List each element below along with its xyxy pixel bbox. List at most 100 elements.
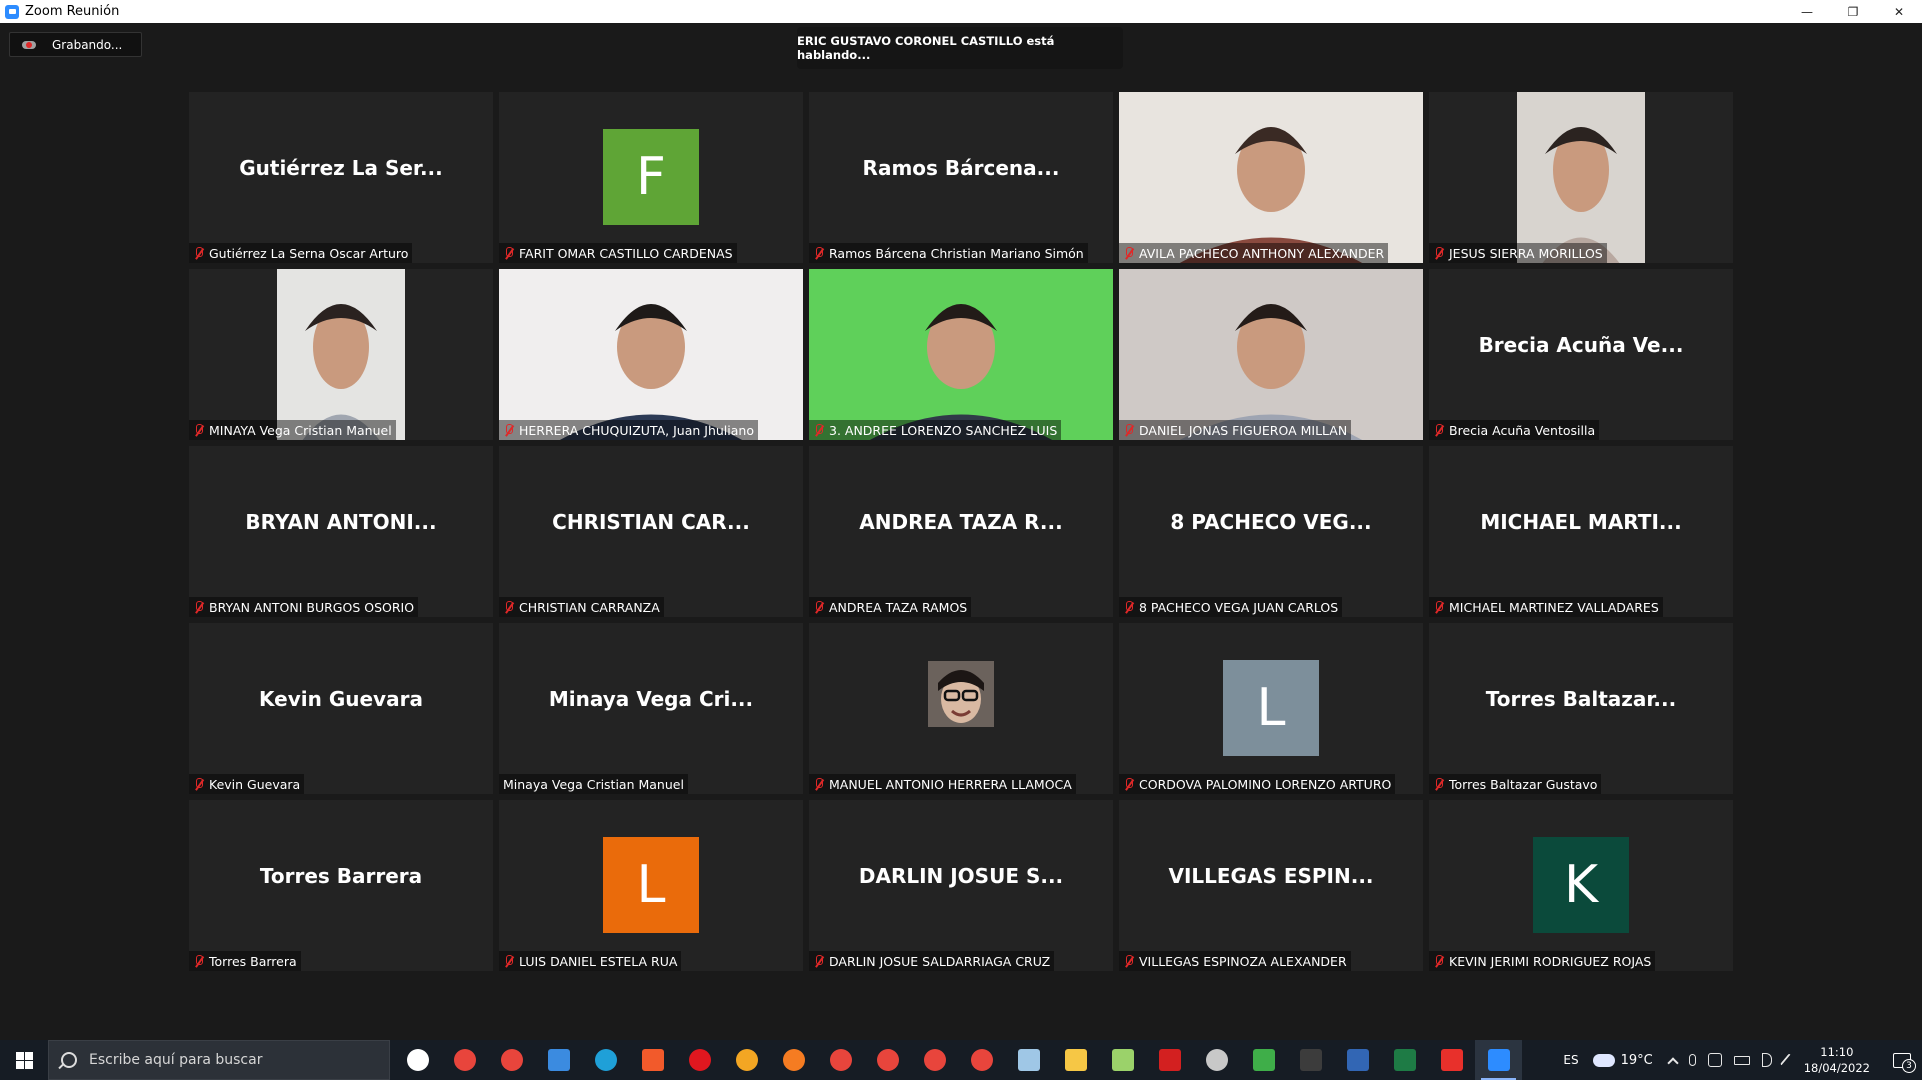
participant-name-label: MICHAEL MARTINEZ VALLADARES	[1449, 599, 1659, 615]
participant-tile[interactable]: MINAYA Vega Cristian Manuel	[189, 269, 493, 440]
chrome-profile-4-icon[interactable]	[911, 1040, 958, 1080]
zoom-icon[interactable]	[1475, 1040, 1522, 1080]
participant-display-name: BRYAN ANTONI...	[245, 509, 437, 534]
paint-icon[interactable]	[1005, 1040, 1052, 1080]
brave-icon[interactable]	[629, 1040, 676, 1080]
participant-name-bar: KEVIN JERIMI RODRIGUEZ ROJAS	[1429, 951, 1656, 971]
notifications-button[interactable]: 3	[1882, 1040, 1922, 1080]
participant-tile[interactable]: ANDREA TAZA R... ANDREA TAZA RAMOS	[809, 446, 1113, 617]
start-button[interactable]	[0, 1040, 48, 1080]
participant-tile[interactable]: L LUIS DANIEL ESTELA RUA	[499, 800, 803, 971]
participant-name-bar: 8 PACHECO VEGA JUAN CARLOS	[1119, 597, 1343, 617]
chrome-profile-3-icon[interactable]	[864, 1040, 911, 1080]
input-language[interactable]: ES	[1563, 1053, 1578, 1067]
participant-tile[interactable]: Ramos Bárcena... Ramos Bárcena Christian …	[809, 92, 1113, 263]
participant-tile[interactable]: Gutiérrez La Ser... Gutiérrez La Serna Os…	[189, 92, 493, 263]
vivaldi-icon-glyph	[735, 1049, 758, 1071]
muted-mic-icon	[1123, 600, 1134, 614]
pen-icon[interactable]	[1779, 1053, 1792, 1067]
participant-tile[interactable]: L CORDOVA PALOMINO LORENZO ARTURO	[1119, 623, 1423, 794]
participant-name-bar: MICHAEL MARTINEZ VALLADARES	[1429, 597, 1663, 617]
participant-tile[interactable]: CHRISTIAN CAR... CHRISTIAN CARRANZA	[499, 446, 803, 617]
mail-icon[interactable]	[535, 1040, 582, 1080]
active-speaker-banner: ERIC GUSTAVO CORONEL CASTILLO está habla…	[797, 27, 1123, 69]
participant-tile[interactable]: JESUS SIERRA MORILLOS	[1429, 92, 1733, 263]
participant-name-bar: Brecia Acuña Ventosilla	[1429, 420, 1600, 440]
participant-tile[interactable]: VILLEGAS ESPIN... VILLEGAS ESPINOZA ALEXA…	[1119, 800, 1423, 971]
restore-button[interactable]: ❐	[1830, 0, 1876, 23]
muted-mic-icon	[1433, 423, 1444, 437]
participant-tile[interactable]: MICHAEL MARTI... MICHAEL MARTINEZ VALLADA…	[1429, 446, 1733, 617]
participant-name-label: FARIT OMAR CASTILLO CARDENAS	[519, 245, 733, 261]
participant-name-bar: Ramos Bárcena Christian Mariano Simón	[809, 243, 1088, 263]
opera-icon[interactable]	[676, 1040, 723, 1080]
participant-name-bar: DANIEL JONAS FIGUEROA MILLAN	[1119, 420, 1352, 440]
participant-name-bar: AVILA PACHECO ANTHONY ALEXANDER	[1119, 243, 1389, 263]
participant-tile[interactable]: BRYAN ANTONI... BRYAN ANTONI BURGOS OSORI…	[189, 446, 493, 617]
search-input[interactable]	[89, 1052, 379, 1068]
chrome-profile-5-icon[interactable]	[958, 1040, 1005, 1080]
notepad-icon[interactable]	[1099, 1040, 1146, 1080]
participant-display-name: Torres Baltazar...	[1485, 686, 1677, 711]
close-button[interactable]: ✕	[1876, 0, 1922, 23]
volume-icon[interactable]	[1761, 1053, 1772, 1067]
participant-tile[interactable]: MANUEL ANTONIO HERRERA LLAMOCA	[809, 623, 1113, 794]
weather-widget[interactable]: 19°C	[1592, 1053, 1653, 1068]
participant-tile[interactable]: K KEVIN JERIMI RODRIGUEZ ROJAS	[1429, 800, 1733, 971]
participant-name-bar: Gutiérrez La Serna Oscar Arturo	[189, 243, 413, 263]
edge-icon[interactable]	[582, 1040, 629, 1080]
microphone-icon[interactable]	[1688, 1054, 1696, 1066]
participant-name-bar: Torres Barrera	[189, 951, 301, 971]
snipping-icon[interactable]	[1240, 1040, 1287, 1080]
spreadsheet-icon[interactable]	[1381, 1040, 1428, 1080]
anydesk-icon[interactable]	[1428, 1040, 1475, 1080]
participant-tile[interactable]: HERRERA CHUQUIZUTA, Juan Jhuliano	[499, 269, 803, 440]
file-explorer-icon[interactable]	[1052, 1040, 1099, 1080]
participant-tile[interactable]: 8 PACHECO VEG... 8 PACHECO VEGA JUAN CARL…	[1119, 446, 1423, 617]
acrobat-icon[interactable]	[1146, 1040, 1193, 1080]
taskbar-search[interactable]	[48, 1040, 390, 1080]
cortana-icon-glyph	[406, 1049, 429, 1071]
window-controls: — ❐ ✕	[1784, 0, 1922, 23]
dev-icon[interactable]	[1334, 1040, 1381, 1080]
search-icon	[61, 1052, 77, 1068]
chrome-profile-2-icon-glyph	[829, 1049, 852, 1071]
participant-display-name: ANDREA TAZA R...	[859, 509, 1063, 534]
chrome-profile-icon[interactable]	[488, 1040, 535, 1080]
anydesk-icon-glyph	[1440, 1049, 1463, 1071]
network-icon[interactable]	[1707, 1053, 1722, 1067]
muted-mic-icon	[813, 246, 824, 260]
participant-tile[interactable]: DARLIN JOSUE S... DARLIN JOSUE SALDARRIAG…	[809, 800, 1113, 971]
participant-tile[interactable]: F FARIT OMAR CASTILLO CARDENAS	[499, 92, 803, 263]
settings-icon[interactable]	[1193, 1040, 1240, 1080]
profile-photo	[928, 661, 994, 727]
participant-tile[interactable]: Torres Barrera Torres Barrera	[189, 800, 493, 971]
muted-mic-icon	[1123, 777, 1134, 791]
recording-indicator[interactable]: Grabando...	[9, 32, 142, 57]
firefox-icon[interactable]	[770, 1040, 817, 1080]
chrome-profile-2-icon[interactable]	[817, 1040, 864, 1080]
cortana-icon[interactable]	[394, 1040, 441, 1080]
participant-tile[interactable]: Kevin Guevara Kevin Guevara	[189, 623, 493, 794]
participant-tile[interactable]: AVILA PACHECO ANTHONY ALEXANDER	[1119, 92, 1423, 263]
vivaldi-icon[interactable]	[723, 1040, 770, 1080]
participant-tile[interactable]: DANIEL JONAS FIGUEROA MILLAN	[1119, 269, 1423, 440]
participant-tile[interactable]: 3. ANDREE LORENZO SANCHEZ LUIS	[809, 269, 1113, 440]
participant-tile[interactable]: Torres Baltazar... Torres Baltazar Gustav…	[1429, 623, 1733, 794]
terminal-icon[interactable]	[1287, 1040, 1334, 1080]
muted-mic-icon	[813, 954, 824, 968]
participant-tile[interactable]: Minaya Vega Cri... Minaya Vega Cristian M…	[499, 623, 803, 794]
muted-mic-icon	[193, 777, 204, 791]
participant-tile[interactable]: Brecia Acuña Ve... Brecia Acuña Ventosill…	[1429, 269, 1733, 440]
muted-mic-icon	[1433, 246, 1444, 260]
notepad-icon-glyph	[1111, 1049, 1134, 1071]
chrome-icon[interactable]	[441, 1040, 488, 1080]
battery-icon[interactable]	[1733, 1055, 1750, 1065]
participant-video	[277, 269, 405, 440]
clock[interactable]: 11:10 18/04/2022	[1804, 1044, 1870, 1076]
clock-date: 18/04/2022	[1803, 1061, 1870, 1075]
minimize-button[interactable]: —	[1784, 0, 1830, 23]
chevron-up-icon[interactable]	[1667, 1057, 1679, 1069]
brave-icon-glyph	[641, 1049, 664, 1071]
participant-name-label: AVILA PACHECO ANTHONY ALEXANDER	[1139, 245, 1385, 261]
